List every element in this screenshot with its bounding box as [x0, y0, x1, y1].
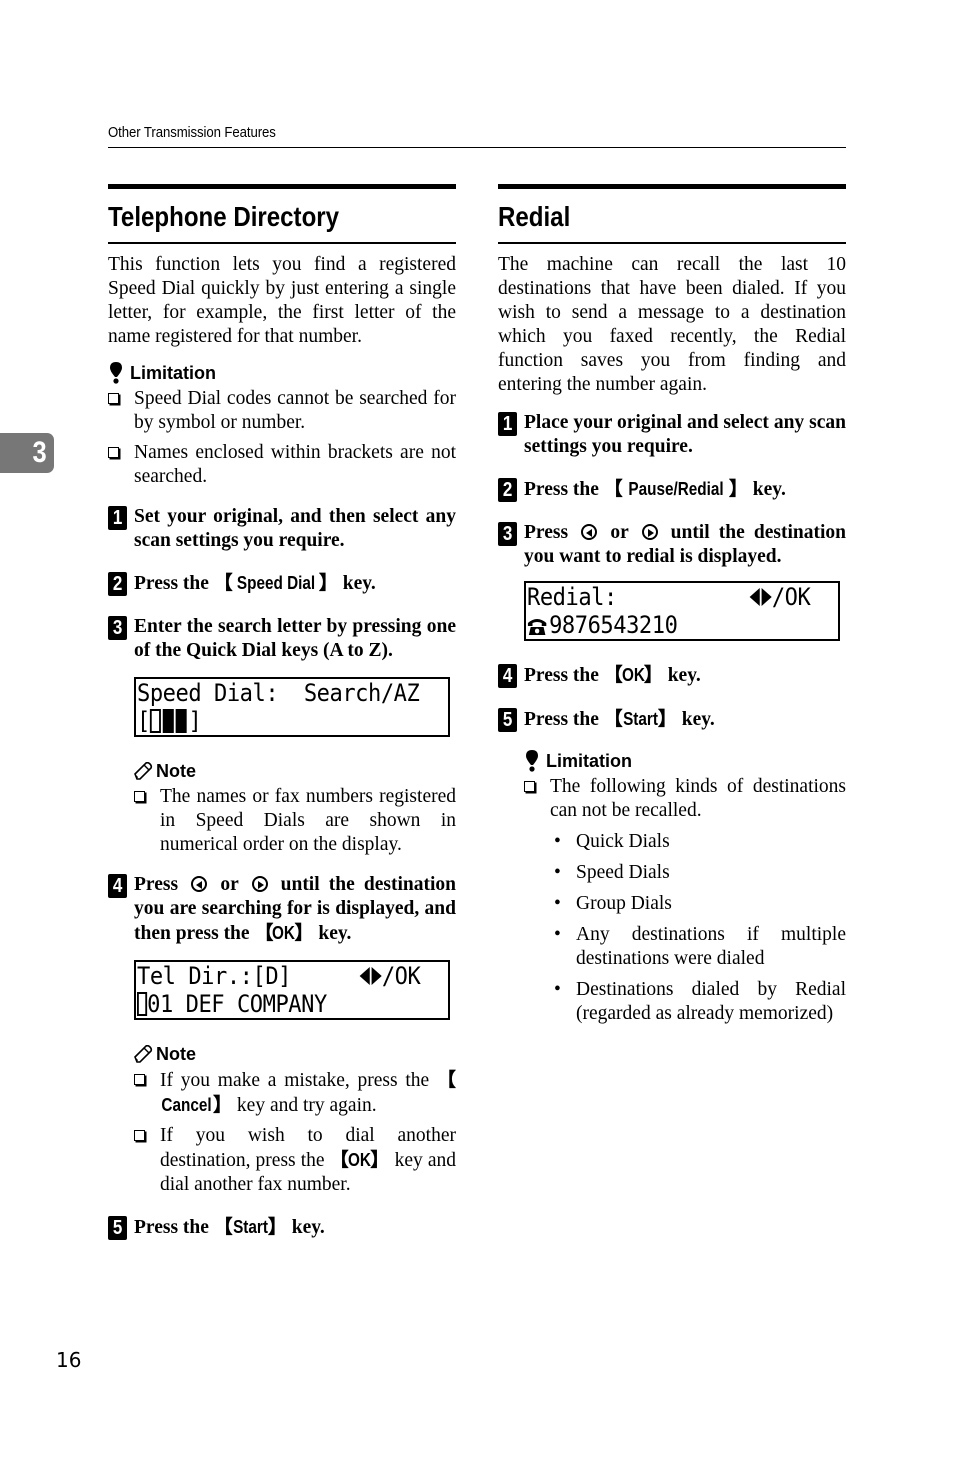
step-5: 5 Press the 【Start】 key.	[108, 1215, 456, 1241]
section-top-rule	[108, 184, 456, 189]
section-bottom-rule	[108, 242, 456, 244]
note-heading: Note	[134, 759, 456, 783]
redial-section: Redial The machine can recall the last 1…	[498, 184, 846, 1026]
checkbox-icon	[108, 393, 119, 404]
checkbox-icon	[134, 1130, 145, 1141]
checkbox-icon	[524, 781, 535, 792]
list-item: • Group Dials	[554, 893, 672, 914]
ok-key: OK	[621, 665, 645, 685]
left-right-arrow-icon	[749, 587, 772, 607]
step-number-icon: 3	[498, 522, 517, 546]
note-item: If you wish to dial another destination,…	[134, 1124, 456, 1197]
limitation-heading: Limitation	[524, 749, 846, 773]
limitation-label: Limitation	[546, 750, 632, 771]
pause-redial-key: Pause/Redial	[628, 479, 724, 499]
step-2: 2 Press the 【Speed Dial】 key.	[108, 571, 456, 597]
step-5: 5 Press the 【Start】 key.	[498, 707, 846, 733]
note-heading: Note	[134, 1042, 456, 1066]
cancel-key: Cancel	[161, 1095, 212, 1115]
section-top-rule	[498, 184, 846, 189]
limitation-callout: Limitation The following kinds of destin…	[524, 749, 846, 1026]
input-block-icon	[175, 709, 187, 733]
step-3: 3 Enter the search letter by pressing on…	[108, 615, 456, 663]
step-number-icon: 5	[108, 1216, 127, 1240]
limitation-item: Speed Dial codes cannot be searched for …	[108, 387, 456, 435]
list-item: • Any destinations if multiple destinatio…	[554, 924, 846, 969]
intro-paragraph: The machine can recall the last 10 desti…	[498, 254, 846, 395]
telephone-icon	[527, 619, 547, 635]
section-title: Redial	[498, 201, 571, 232]
lcd-line-2: []	[137, 707, 202, 735]
note-item: If you make a mistake, press the 【Cancel…	[134, 1068, 456, 1118]
step-number-icon: 1	[498, 412, 517, 436]
list-item: • Quick Dials	[554, 831, 670, 852]
step-4: 4 Press or until the destination you are…	[108, 873, 456, 946]
checkbox-icon	[134, 791, 145, 802]
checkbox-icon	[108, 447, 119, 458]
right-arrow-key-icon	[251, 876, 268, 892]
step-number-icon: 5	[498, 708, 517, 732]
limitation-item: The following kinds of destinations can …	[524, 775, 846, 823]
ok-key: OK	[347, 1150, 371, 1170]
limitation-item: Names enclosed within brackets are not s…	[108, 441, 456, 489]
list-item: • Destinations dialed by Redial (regarded…	[554, 979, 846, 1024]
running-header: Other Transmission Features	[108, 124, 276, 141]
start-key: Start	[232, 1217, 268, 1237]
left-right-arrow-icon	[359, 966, 382, 986]
header-rule	[108, 147, 846, 148]
pencil-icon	[134, 1045, 156, 1063]
lcd-line-2: 01 DEF COMPANY	[137, 990, 422, 1018]
limitation-icon	[108, 362, 130, 384]
start-key: Start	[622, 709, 658, 729]
input-block-icon	[162, 709, 174, 733]
step-1: 1 Place your original and select any sca…	[498, 411, 846, 459]
step-2: 2 Press the 【Pause/Redial】 key.	[498, 477, 846, 503]
pencil-icon	[134, 762, 156, 780]
note-callout: Note The names or fax numbers registered…	[134, 759, 456, 857]
limitation-icon	[524, 750, 546, 772]
step-3: 3 Press or until the destination you wan…	[498, 521, 846, 569]
right-arrow-key-icon	[641, 524, 658, 540]
step-number-icon: 4	[108, 874, 127, 898]
left-arrow-key-icon	[581, 524, 598, 540]
non-recallable-list: • Quick Dials • Speed Dials • Group Dials •…	[550, 830, 846, 1026]
speed-dial-key: Speed Dial	[236, 573, 315, 593]
list-item: • Speed Dials	[554, 862, 670, 883]
step-number-icon: 3	[108, 616, 127, 640]
cursor-icon	[149, 709, 161, 733]
step-4: 4 Press the 【OK】 key.	[498, 663, 846, 689]
section-title: Telephone Directory	[108, 201, 340, 232]
step-number-icon: 4	[498, 664, 517, 688]
step-number-icon: 2	[498, 478, 517, 502]
note-callout: Note If you make a mistake, press the 【C…	[134, 1042, 456, 1197]
lcd-line-1: Redial:/OK	[527, 583, 811, 611]
limitation-heading: Limitation	[108, 361, 456, 385]
lcd-line-1: Tel Dir.:[D]/OK	[137, 962, 421, 990]
intro-paragraph: This function lets you find a registered…	[108, 254, 456, 347]
lcd-display-speed-dial-search: Speed Dial: Search/AZ []	[134, 677, 450, 737]
ok-key: OK	[272, 923, 296, 943]
note-item: The names or fax numbers registered in S…	[134, 785, 456, 857]
lcd-display-tel-dir: Tel Dir.:[D]/OK 01 DEF COMPANY	[134, 960, 450, 1020]
note-label: Note	[156, 1043, 196, 1064]
note-label: Note	[156, 760, 196, 781]
cursor-icon	[137, 992, 148, 1016]
chapter-number: 3	[32, 436, 48, 469]
chapter-tab: 3	[0, 433, 54, 473]
limitation-label: Limitation	[130, 362, 216, 383]
section-bottom-rule	[498, 242, 846, 244]
telephone-directory-section: Telephone Directory This function lets y…	[108, 184, 456, 1241]
step-number-icon: 1	[108, 506, 127, 530]
lcd-line-1: Speed Dial: Search/AZ	[137, 679, 420, 707]
step-1: 1 Set your original, and then select any…	[108, 505, 456, 553]
lcd-display-redial: Redial:/OK 9876543210	[524, 581, 840, 641]
step-number-icon: 2	[108, 572, 127, 596]
page-number: 16	[56, 1348, 82, 1372]
lcd-line-2: 9876543210	[527, 611, 812, 639]
checkbox-icon	[134, 1074, 145, 1085]
left-arrow-key-icon	[191, 876, 208, 892]
